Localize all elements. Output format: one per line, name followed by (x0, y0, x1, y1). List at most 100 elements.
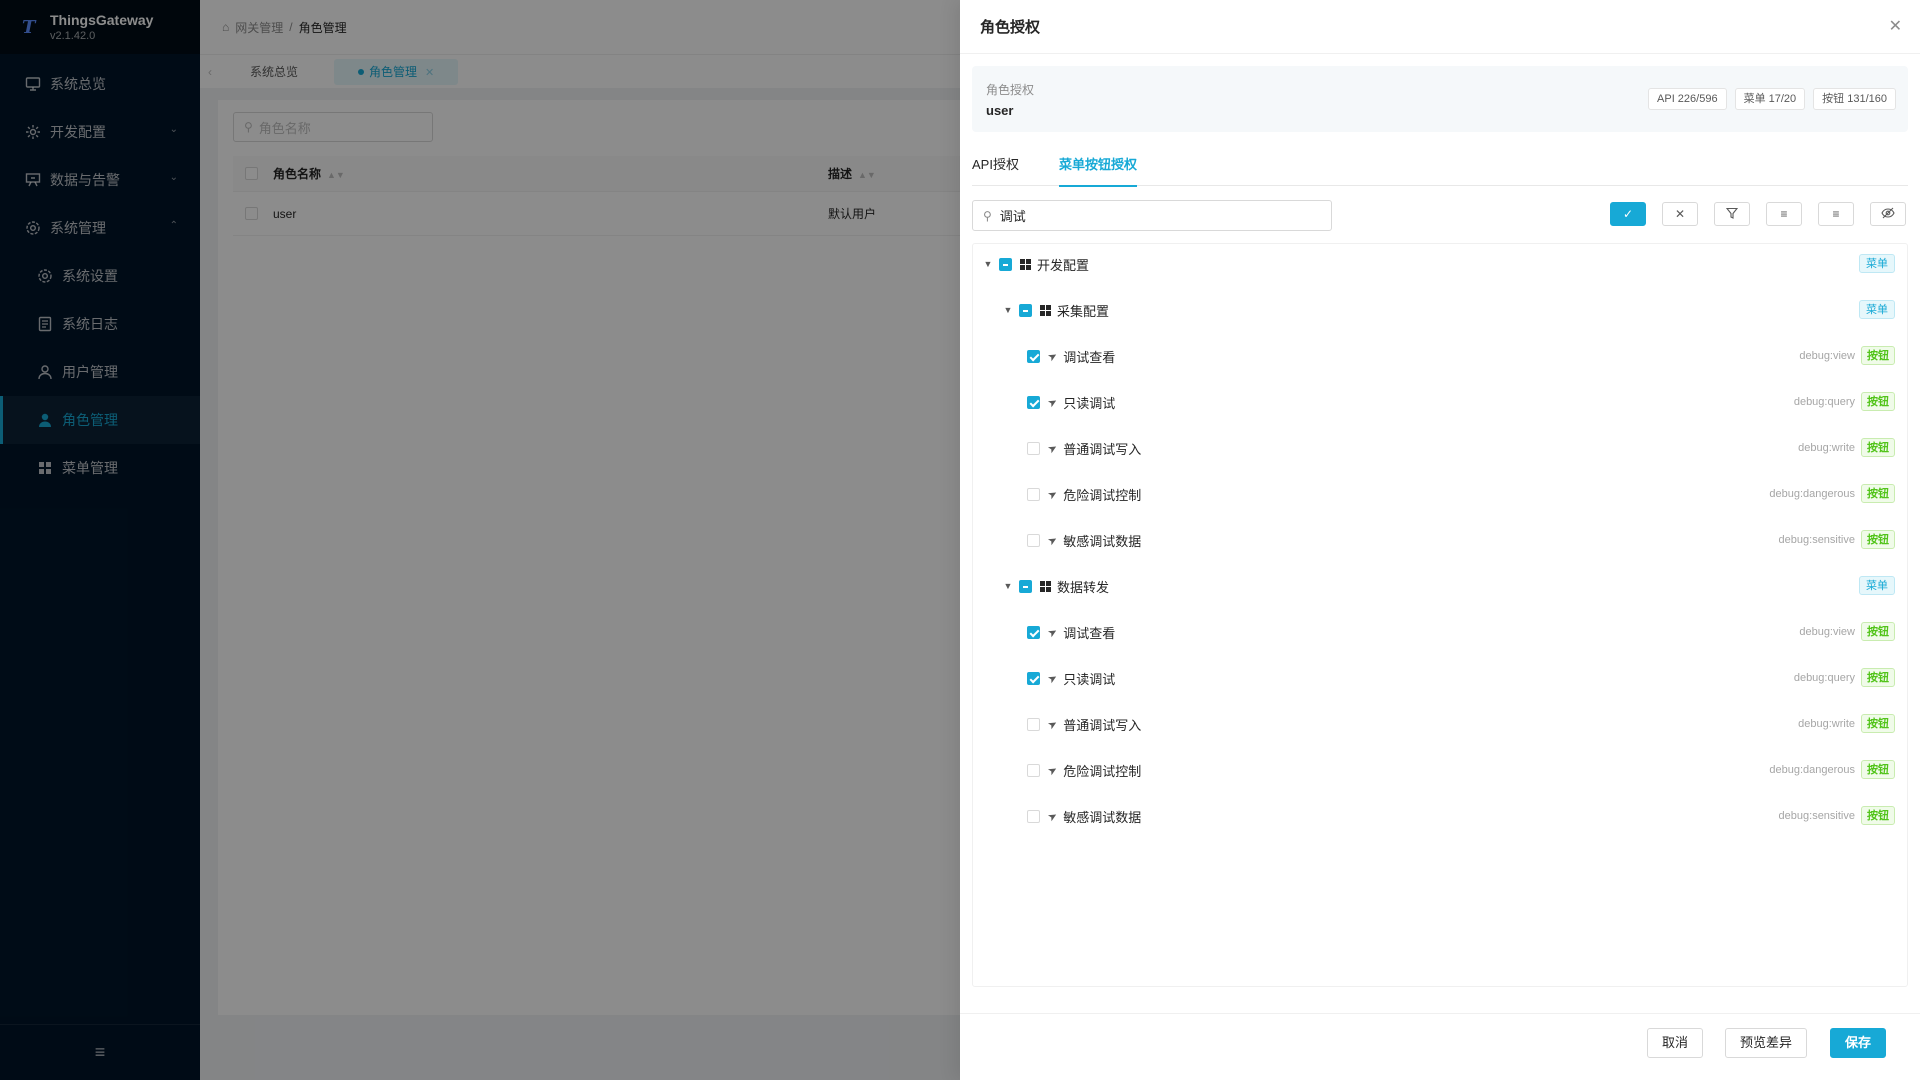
tree-node-button[interactable]: ➤ 普通调试写入 debug:write 按钮 (973, 428, 1907, 468)
send-icon: ➤ (1045, 348, 1060, 364)
tree-node-menu[interactable]: ▼ 开发配置 菜单 (973, 244, 1907, 284)
send-icon: ➤ (1045, 532, 1060, 548)
send-icon: ➤ (1045, 670, 1060, 686)
stat-button: 按钮 131/160 (1813, 88, 1896, 110)
tree-node-meta: 菜单 (1859, 254, 1895, 273)
type-badge-button: 按钮 (1861, 530, 1895, 549)
tree-node-meta: debug:sensitive 按钮 (1779, 806, 1895, 825)
type-badge-menu: 菜单 (1859, 576, 1895, 595)
permission-tree: ▼ 开发配置 菜单 ▼ 采集配置 菜单 ➤ 调试查看 debug:view 按钮 ➤ 只读调试 debu… (972, 243, 1908, 987)
tree-node-button[interactable]: ➤ 普通调试写入 debug:write 按钮 (973, 704, 1907, 744)
preview-diff-button[interactable]: 预览差异 (1725, 1028, 1808, 1058)
tree-node-checkbox[interactable] (1027, 625, 1040, 639)
clear-selection-button[interactable]: ✕ (1662, 202, 1698, 226)
tree-node-checkbox[interactable] (1027, 809, 1040, 823)
tree-node-checkbox[interactable] (1027, 533, 1040, 547)
tree-node-meta: debug:view 按钮 (1799, 346, 1895, 365)
check-icon: ✓ (1622, 207, 1634, 221)
toggle-visibility-button[interactable] (1870, 202, 1906, 226)
permission-code: debug:query (1793, 395, 1855, 408)
permission-code: debug:sensitive (1778, 809, 1855, 822)
list-icon: ≡ (1780, 207, 1788, 221)
send-icon: ➤ (1045, 716, 1060, 732)
type-badge-button: 按钮 (1861, 668, 1895, 687)
tree-node-checkbox[interactable] (1027, 395, 1040, 409)
type-badge-menu: 菜单 (1859, 300, 1895, 319)
collapse-all-button[interactable]: ≡ (1818, 202, 1854, 226)
caret-down-icon[interactable]: ▼ (1003, 305, 1013, 315)
tree-node-label: 危险调试控制 (1063, 763, 1142, 779)
filter-icon (1725, 207, 1739, 222)
type-badge-button: 按钮 (1861, 438, 1895, 457)
tree-node-checkbox[interactable] (1027, 349, 1040, 363)
permission-code: debug:write (1798, 717, 1855, 730)
permission-code: debug:query (1793, 671, 1855, 684)
type-badge-button: 按钮 (1861, 346, 1895, 365)
tree-node-checkbox[interactable] (1027, 671, 1040, 685)
select-all-button[interactable]: ✓ (1610, 202, 1646, 226)
auth-tabs: API授权 菜单按钮授权 (972, 150, 1908, 187)
tree-node-meta: debug:sensitive 按钮 (1779, 530, 1895, 549)
expand-all-button[interactable]: ≡ (1766, 202, 1802, 226)
send-icon: ➤ (1045, 440, 1060, 456)
tree-search-value: 调试 (999, 209, 1026, 224)
tree-node-meta: debug:dangerous 按钮 (1769, 484, 1895, 503)
tree-node-label: 危险调试控制 (1063, 487, 1142, 503)
tree-node-button[interactable]: ➤ 只读调试 debug:query 按钮 (973, 658, 1907, 698)
permission-code: debug:view (1799, 625, 1855, 638)
tree-node-button[interactable]: ➤ 敏感调试数据 debug:sensitive 按钮 (973, 796, 1907, 836)
info-label: 角色授权 (986, 83, 1035, 97)
caret-down-icon[interactable]: ▼ (1003, 581, 1013, 591)
role-name: user (986, 103, 1014, 118)
tree-node-checkbox[interactable] (1019, 303, 1032, 317)
role-info-card: 角色授权 user API 226/596 菜单 17/20 按钮 131/16… (972, 66, 1908, 132)
permission-code: debug:view (1799, 349, 1855, 362)
send-icon: ➤ (1045, 394, 1060, 410)
caret-down-icon[interactable]: ▼ (983, 259, 993, 269)
tree-node-label: 采集配置 (1057, 303, 1110, 319)
grid-icon (1040, 304, 1051, 316)
tree-search-input[interactable]: ⚲ 调试 (972, 200, 1332, 231)
drawer-footer: 取消 预览差异 保存 (960, 1013, 1920, 1080)
permission-code: debug:dangerous (1769, 487, 1855, 500)
stats-group: API 226/596 菜单 17/20 按钮 131/160 (1648, 88, 1896, 110)
tree-node-button[interactable]: ➤ 危险调试控制 debug:dangerous 按钮 (973, 474, 1907, 514)
send-icon: ➤ (1045, 624, 1060, 640)
tree-node-menu[interactable]: ▼ 采集配置 菜单 (973, 290, 1907, 330)
tree-node-checkbox[interactable] (1019, 579, 1032, 593)
tree-node-button[interactable]: ➤ 只读调试 debug:query 按钮 (973, 382, 1907, 422)
tree-node-label: 普通调试写入 (1063, 717, 1142, 733)
tree-node-button[interactable]: ➤ 危险调试控制 debug:dangerous 按钮 (973, 750, 1907, 790)
tree-node-button[interactable]: ➤ 调试查看 debug:view 按钮 (973, 336, 1907, 376)
tree-node-button[interactable]: ➤ 调试查看 debug:view 按钮 (973, 612, 1907, 652)
tree-node-checkbox[interactable] (999, 257, 1012, 271)
stat-api: API 226/596 (1648, 88, 1727, 110)
save-button[interactable]: 保存 (1830, 1028, 1887, 1058)
type-badge-button: 按钮 (1861, 484, 1895, 503)
tree-node-meta: debug:query 按钮 (1794, 668, 1895, 687)
type-badge-menu: 菜单 (1859, 254, 1895, 273)
tree-node-checkbox[interactable] (1027, 763, 1040, 777)
type-badge-button: 按钮 (1861, 806, 1895, 825)
tree-node-label: 敏感调试数据 (1063, 809, 1142, 825)
send-icon: ➤ (1045, 486, 1060, 502)
tree-node-meta: debug:view 按钮 (1799, 622, 1895, 641)
tree-node-label: 调试查看 (1063, 349, 1116, 365)
tree-node-meta: debug:dangerous 按钮 (1769, 760, 1895, 779)
filter-button[interactable] (1714, 202, 1750, 226)
tree-node-checkbox[interactable] (1027, 717, 1040, 731)
close-icon[interactable]: ✕ (1889, 16, 1902, 36)
tree-node-label: 敏感调试数据 (1063, 533, 1142, 549)
type-badge-button: 按钮 (1861, 392, 1895, 411)
tree-node-checkbox[interactable] (1027, 441, 1040, 455)
cancel-button[interactable]: 取消 (1647, 1028, 1704, 1058)
tab-api-auth[interactable]: API授权 (972, 150, 1019, 186)
tab-menu-button-auth[interactable]: 菜单按钮授权 (1058, 150, 1137, 187)
list-icon: ≡ (1832, 207, 1840, 221)
tree-node-menu[interactable]: ▼ 数据转发 菜单 (973, 566, 1907, 606)
eye-off-icon (1881, 207, 1895, 222)
tree-node-label: 调试查看 (1063, 625, 1116, 641)
tree-node-checkbox[interactable] (1027, 487, 1040, 501)
tree-node-button[interactable]: ➤ 敏感调试数据 debug:sensitive 按钮 (973, 520, 1907, 560)
drawer-title: 角色授权 (980, 19, 1041, 36)
